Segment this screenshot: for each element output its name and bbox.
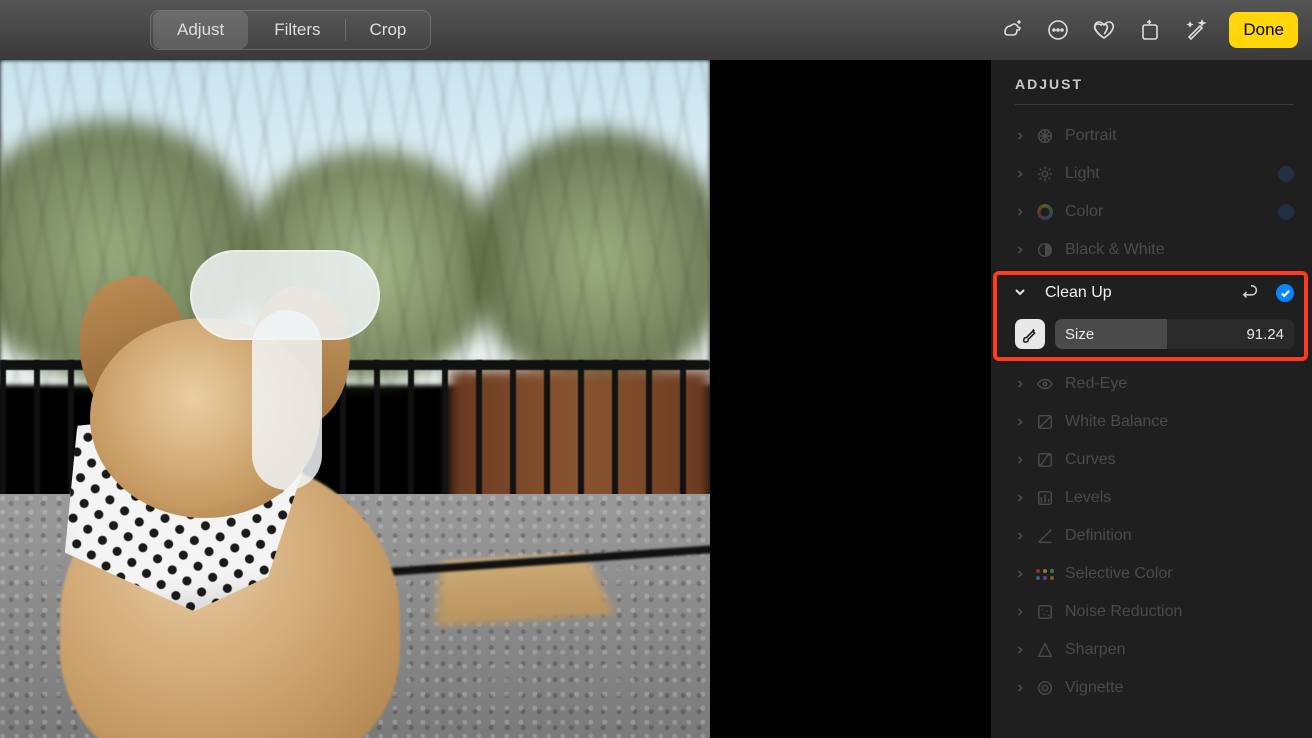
chevron-right-icon — [1015, 456, 1025, 464]
enabled-check-icon[interactable] — [1276, 284, 1294, 302]
definition-icon — [1035, 526, 1055, 546]
tab-filters[interactable]: Filters — [250, 11, 344, 49]
favorite-heart-icon[interactable] — [1091, 17, 1117, 43]
tab-filters-label: Filters — [274, 20, 320, 40]
adjust-row-light[interactable]: Light — [1015, 155, 1294, 193]
adjust-row-label: Selective Color — [1065, 565, 1173, 583]
adjust-row-definition[interactable]: Definition — [1015, 517, 1294, 555]
adjustments-list: Portrait Light Color Black & White — [1015, 117, 1294, 707]
photo-content — [0, 60, 710, 738]
chevron-right-icon — [1015, 494, 1025, 502]
sharpen-icon — [1035, 640, 1055, 660]
chevron-right-icon — [1015, 418, 1025, 426]
applied-indicator-icon — [1278, 166, 1294, 182]
noise-reduction-icon — [1035, 602, 1055, 622]
adjust-row-levels[interactable]: Levels — [1015, 479, 1294, 517]
adjust-row-curves[interactable]: Curves — [1015, 441, 1294, 479]
brush-tool-button[interactable] — [1015, 319, 1045, 349]
adjust-row-vignette[interactable]: Vignette — [1015, 669, 1294, 707]
adjust-row-red-eye[interactable]: Red-Eye — [1015, 365, 1294, 403]
chevron-down-icon — [1015, 284, 1025, 302]
cleanup-label: Clean Up — [1045, 284, 1112, 302]
chevron-right-icon — [1015, 684, 1025, 692]
rotate-icon[interactable] — [1137, 17, 1163, 43]
panel-divider — [1015, 104, 1294, 105]
chevron-right-icon — [1015, 532, 1025, 540]
adjust-row-label: Vignette — [1065, 679, 1123, 697]
chevron-right-icon — [1015, 208, 1025, 216]
adjust-row-noise-reduction[interactable]: Noise Reduction — [1015, 593, 1294, 631]
adjust-row-label: Sharpen — [1065, 641, 1126, 659]
size-slider-value: 91.24 — [1246, 326, 1284, 343]
panel-title: ADJUST — [1015, 76, 1294, 92]
adjust-row-white-balance[interactable]: White Balance — [1015, 403, 1294, 441]
applied-indicator-icon — [1278, 204, 1294, 220]
auto-enhance-icon[interactable] — [1183, 17, 1209, 43]
portrait-aperture-icon — [1035, 126, 1055, 146]
color-ring-icon — [1035, 202, 1055, 222]
curves-icon — [1035, 450, 1055, 470]
cleanup-controls: Size 91.24 — [1015, 319, 1294, 349]
size-slider[interactable]: Size 91.24 — [1055, 319, 1294, 349]
more-options-icon[interactable] — [1045, 17, 1071, 43]
adjust-row-label: Black & White — [1065, 241, 1165, 259]
pet-tag-icon[interactable] — [999, 17, 1025, 43]
tab-crop-label: Crop — [370, 20, 407, 40]
adjust-row-label: Levels — [1065, 489, 1111, 507]
adjust-row-label: Curves — [1065, 451, 1116, 469]
tab-crop[interactable]: Crop — [346, 11, 431, 49]
undo-icon[interactable] — [1242, 284, 1260, 302]
eye-icon — [1035, 374, 1055, 394]
adjust-row-color[interactable]: Color — [1015, 193, 1294, 231]
chevron-right-icon — [1015, 380, 1025, 388]
cleanup-header[interactable]: Clean Up — [1015, 277, 1294, 309]
top-toolbar: Adjust Filters Crop Done — [0, 0, 1312, 60]
adjust-row-selective-color[interactable]: Selective Color — [1015, 555, 1294, 593]
tab-adjust[interactable]: Adjust — [153, 11, 248, 49]
vignette-icon — [1035, 678, 1055, 698]
adjust-row-sharpen[interactable]: Sharpen — [1015, 631, 1294, 669]
adjust-row-cleanup-expanded: Clean Up Size 91.24 — [993, 271, 1308, 361]
adjust-row-portrait[interactable]: Portrait — [1015, 117, 1294, 155]
adjust-row-label: Color — [1065, 203, 1103, 221]
adjust-row-label: White Balance — [1065, 413, 1168, 431]
chevron-right-icon — [1015, 132, 1025, 140]
chevron-right-icon — [1015, 608, 1025, 616]
selective-color-icon — [1035, 564, 1055, 584]
photo-canvas[interactable] — [0, 60, 710, 738]
adjust-panel: ADJUST Portrait Light Color — [990, 60, 1312, 738]
edit-mode-segmented: Adjust Filters Crop — [150, 10, 431, 50]
adjust-row-label: Noise Reduction — [1065, 603, 1182, 621]
adjust-row-black-white[interactable]: Black & White — [1015, 231, 1294, 269]
adjust-row-label: Red-Eye — [1065, 375, 1127, 393]
toolbar-right-group: Done — [999, 12, 1298, 48]
black-white-icon — [1035, 240, 1055, 260]
levels-icon — [1035, 488, 1055, 508]
adjust-row-label: Light — [1065, 165, 1100, 183]
chevron-right-icon — [1015, 646, 1025, 654]
done-button-label: Done — [1243, 20, 1284, 39]
chevron-right-icon — [1015, 570, 1025, 578]
white-balance-icon — [1035, 412, 1055, 432]
adjust-row-label: Portrait — [1065, 127, 1117, 145]
tab-adjust-label: Adjust — [177, 20, 224, 40]
cleanup-brush-overlay — [190, 250, 380, 480]
chevron-right-icon — [1015, 170, 1025, 178]
light-sun-icon — [1035, 164, 1055, 184]
adjust-row-label: Definition — [1065, 527, 1132, 545]
done-button[interactable]: Done — [1229, 12, 1298, 48]
size-slider-label: Size — [1065, 326, 1094, 343]
chevron-right-icon — [1015, 246, 1025, 254]
